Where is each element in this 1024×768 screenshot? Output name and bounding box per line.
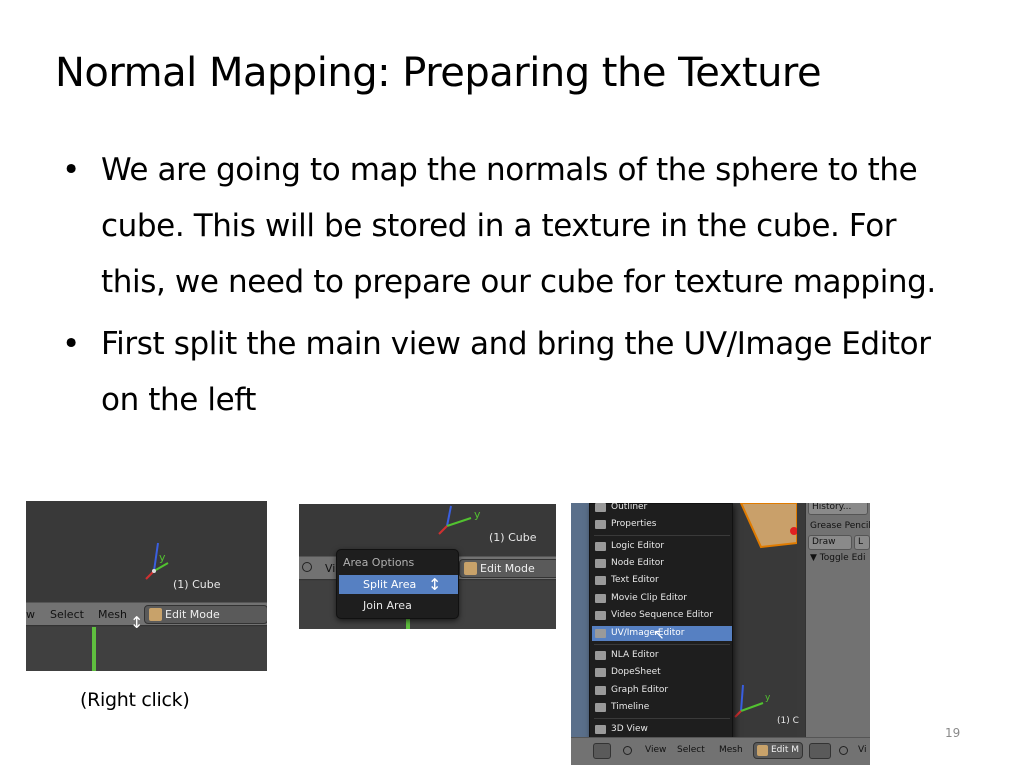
side-strip: [571, 503, 591, 765]
screenshot-editor-type-menu: y (1) C History... Grease Pencil Draw L …: [571, 503, 870, 765]
view3d-icon: [595, 725, 606, 734]
tool-shelf: History... Grease Pencil Draw L ▼ Toggle…: [805, 503, 870, 765]
toggle-edit-label[interactable]: ▼ Toggle Edi: [810, 553, 865, 563]
timeline-area: [26, 627, 267, 671]
menu-item-properties[interactable]: Properties: [592, 517, 732, 532]
circle-icon: [623, 746, 632, 755]
resize-cursor-icon: ↕: [428, 575, 442, 594]
menu-separator: [594, 718, 730, 719]
circle-icon: [839, 746, 848, 755]
editor-type-menu: Outliner Properties Logic Editor Node Ed…: [589, 503, 733, 739]
view3d-header: w Select Mesh Edit Mode: [26, 602, 267, 626]
object-label: (1) Cube: [489, 531, 537, 544]
menu-item-node-editor[interactable]: Node Editor: [592, 556, 732, 571]
axis-label: y: [159, 551, 166, 564]
dopesheet-icon: [595, 668, 606, 677]
mode-label: Edit Mode: [165, 608, 220, 621]
editor-type-button[interactable]: [809, 743, 831, 759]
bullet-glyph: •: [62, 152, 80, 188]
menu-item-nla-editor[interactable]: NLA Editor: [592, 648, 732, 663]
outliner-icon: [595, 503, 606, 512]
grease-pencil-label: Grease Pencil: [810, 521, 870, 531]
menu-item-dopesheet[interactable]: DopeSheet: [592, 665, 732, 680]
menu-select[interactable]: Select: [677, 745, 705, 755]
text-icon: [595, 576, 606, 585]
object-label: (1) C: [777, 716, 799, 726]
sequence-icon: [595, 611, 606, 620]
menu-view[interactable]: w: [26, 608, 35, 621]
slide-title: Normal Mapping: Preparing the Texture: [55, 50, 822, 96]
menu-item-video-sequence-editor[interactable]: Video Sequence Editor: [592, 608, 732, 623]
movie-clip-icon: [595, 594, 606, 603]
menu-item-3d-view[interactable]: 3D View: [592, 722, 732, 737]
mode-label: Edit M: [771, 745, 800, 755]
nla-icon: [595, 651, 606, 660]
menu-item-graph-editor[interactable]: Graph Editor: [592, 683, 732, 698]
bullet-item: • First split the main view and bring th…: [62, 316, 962, 428]
axis-label: y: [765, 693, 771, 703]
bullet-text: First split the main view and bring the …: [101, 326, 931, 418]
page-number: 19: [945, 726, 961, 740]
menu-item-outliner[interactable]: Outliner: [592, 503, 732, 515]
view3d-header: View Select Mesh Edit M Vi: [571, 737, 870, 765]
bullet-text: We are going to map the normals of the s…: [101, 152, 936, 300]
object-label: (1) Cube: [173, 578, 221, 591]
screenshot-area-options: y (1) Cube Vi Edit Mode Area Options Spl…: [299, 504, 556, 629]
menu-separator: [594, 535, 730, 536]
mode-dropdown[interactable]: Edit Mode: [459, 559, 556, 578]
bullet-item: • We are going to map the normals of the…: [62, 142, 962, 310]
mode-dropdown[interactable]: Edit M: [753, 742, 803, 759]
circle-icon: [302, 562, 312, 572]
menu-item-text-editor[interactable]: Text Editor: [592, 573, 732, 588]
menu-view[interactable]: View: [645, 745, 666, 755]
menu-separator: [594, 644, 730, 645]
menu-item-timeline[interactable]: Timeline: [592, 700, 732, 715]
history-button[interactable]: History...: [808, 503, 868, 515]
draw-button[interactable]: Draw: [808, 535, 852, 550]
menu-mesh[interactable]: Mesh: [98, 608, 127, 621]
logic-icon: [595, 542, 606, 551]
resize-cursor-icon: ↕: [130, 613, 144, 632]
node-icon: [595, 559, 606, 568]
viewport-3d: y (1) Cube: [26, 501, 267, 602]
edit-mode-icon: [757, 745, 768, 756]
bullet-list: • We are going to map the normals of the…: [62, 142, 962, 434]
pointer-cursor-icon: ↖: [653, 627, 665, 643]
clock-icon: [595, 703, 606, 712]
line-button[interactable]: L: [854, 535, 870, 550]
menu-mesh[interactable]: Mesh: [719, 745, 743, 755]
mode-label: Edit Mode: [480, 562, 535, 575]
properties-icon: [595, 520, 606, 529]
popup-title: Area Options: [343, 556, 415, 569]
axis-gizmo-icon: [145, 542, 169, 580]
menu-view[interactable]: Vi: [325, 562, 335, 575]
menu-view[interactable]: Vi: [858, 745, 866, 755]
join-area-item[interactable]: Join Area: [339, 596, 458, 615]
mode-dropdown[interactable]: Edit Mode: [144, 605, 267, 624]
graph-icon: [595, 686, 606, 695]
bullet-glyph: •: [62, 326, 80, 362]
caption-right-click: (Right click): [80, 689, 190, 711]
editor-type-button[interactable]: [593, 743, 611, 759]
image-icon: [595, 629, 606, 638]
menu-select[interactable]: Select: [50, 608, 84, 621]
menu-item-movie-clip-editor[interactable]: Movie Clip Editor: [592, 591, 732, 606]
current-frame-indicator: [92, 627, 96, 671]
menu-item-logic-editor[interactable]: Logic Editor: [592, 539, 732, 554]
edit-mode-icon: [149, 608, 162, 621]
screenshot-split-handle: y (1) Cube w Select Mesh Edit Mode ↕: [26, 501, 267, 671]
axis-label: y: [474, 508, 481, 521]
edit-mode-icon: [464, 562, 477, 575]
